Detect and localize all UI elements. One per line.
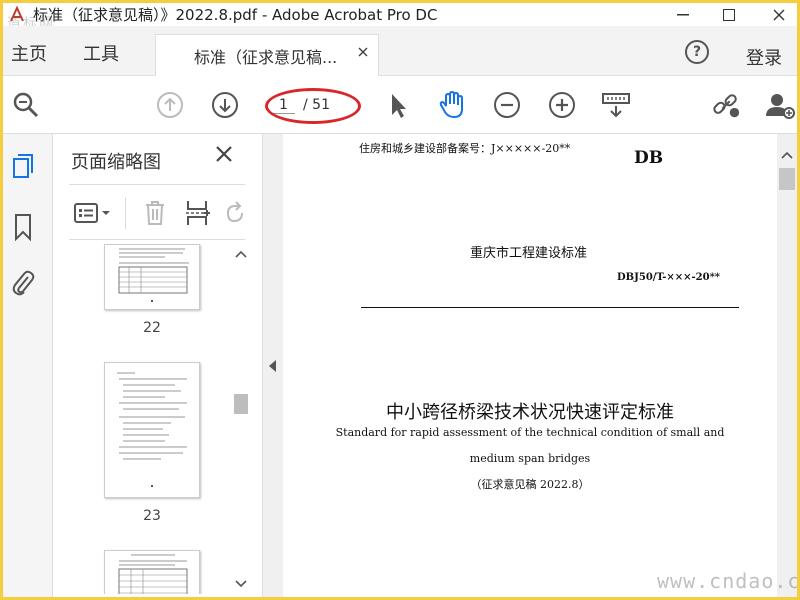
thumbnail-list[interactable]: 22 23 [69,244,255,594]
add-user-icon[interactable] [765,90,795,120]
thumbnail-page-22[interactable] [104,244,200,310]
page-thumbnails-panel: 页面缩略图 22 23 [53,134,263,597]
select-cursor-icon[interactable] [383,90,413,120]
document-tab[interactable]: 标准（征求意见稿... [155,34,379,76]
document-viewport[interactable]: 住房和城乡建设部备案号：J×××××-20** DB 重庆市工程建设标准 DBJ… [283,134,777,597]
panel-title: 页面缩略图 [71,152,161,173]
share-link-icon[interactable] [711,90,741,120]
filing-number: 住房和城乡建设部备案号：J×××××-20** [359,142,571,155]
thumbnail-label: 22 [143,320,161,336]
scroll-down-icon[interactable] [233,576,249,592]
menu-tools[interactable]: 工具 [83,40,119,66]
scan-ruler-icon[interactable] [601,90,631,120]
document-tab-label: 标准（征求意见稿... [194,47,338,67]
close-tab-icon[interactable] [358,45,368,61]
document-scrollbar[interactable] [777,134,797,597]
red-highlight-ellipse [265,88,361,124]
acrobat-logo-icon [5,5,29,25]
zoom-out-icon[interactable] [492,90,522,120]
thumbnail-page-24[interactable] [104,550,200,594]
document-title-cn: 中小跨径桥梁技术状况快速评定标准 [386,402,674,423]
db-code: DB [634,148,664,168]
rotate-icon[interactable] [223,199,247,227]
header-rule [361,307,739,308]
menu-tab-bar: 主页 工具 标准（征求意见稿... ? 登录 [3,26,797,76]
collapse-arrow-icon[interactable] [269,360,276,372]
page-up-icon[interactable] [155,90,185,120]
navigation-rail [3,134,53,597]
doc-scroll-up-icon[interactable] [781,148,793,162]
title-bar: 标准（征求意见稿）》2022.8.pdf - Adobe Acrobat Pro… [3,3,797,26]
thumbnails-icon[interactable] [10,152,36,182]
insert-page-icon[interactable] [183,199,213,227]
menu-home[interactable]: 主页 [11,40,47,66]
window-title: 标准（征求意见稿）》2022.8.pdf - Adobe Acrobat Pro… [33,6,438,24]
thumbnail-scrollbar[interactable] [233,244,249,594]
page-down-icon[interactable] [210,90,240,120]
bookmark-icon[interactable] [10,212,36,242]
draft-note: （征求意见稿 2022.8） [470,478,590,491]
thumbnail-toolbar [69,184,245,240]
document-title-en-line1: Standard for rapid assessment of the tec… [335,426,725,439]
doc-scrollbar-thumb[interactable] [779,168,795,190]
options-menu-icon[interactable] [71,199,115,227]
scrollbar-thumb[interactable] [234,394,248,414]
maximize-button[interactable] [709,3,749,26]
issuer-line: 重庆市工程建设标准 [470,246,588,261]
scroll-up-icon[interactable] [233,246,249,262]
help-icon[interactable]: ? [685,40,709,64]
trash-icon[interactable] [141,199,169,227]
standard-number: DBJ50/T-×××-20** [617,272,721,283]
hand-tool-icon[interactable] [437,90,467,120]
thumbnail-page-23[interactable] [104,362,200,498]
document-title-en-line2: medium span bridges [469,452,591,465]
pdf-page-1: 住房和城乡建设部备案号：J×××××-20** DB 重庆市工程建设标准 DBJ… [283,134,777,597]
login-button[interactable]: 登录 [746,44,782,70]
close-panel-icon[interactable] [215,144,233,169]
main-toolbar: 1 / 51 [3,76,797,134]
watermark-bottom: www.cndao.com [657,569,800,593]
zoom-in-icon[interactable] [547,90,577,120]
attachment-icon[interactable] [10,268,36,298]
minimize-button[interactable] [663,3,703,26]
thumbnail-label: 23 [143,508,161,524]
close-window-button[interactable] [759,3,797,26]
toolbar-separator [125,197,126,229]
zoom-search-icon[interactable] [11,90,41,120]
panel-collapse-handle[interactable] [263,134,283,597]
app-window: 标准（征求意见稿）》2022.8.pdf - Adobe Acrobat Pro… [0,0,800,600]
